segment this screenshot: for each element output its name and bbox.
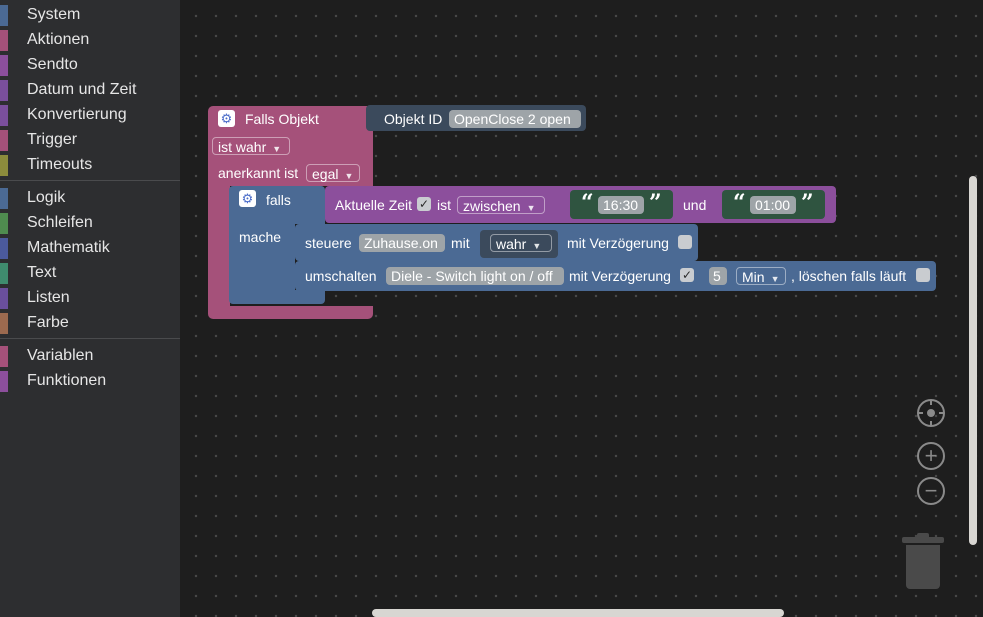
toggle-label: umschalten	[305, 268, 377, 284]
toolbox-category-system[interactable]: System	[0, 3, 180, 28]
category-label: Funktionen	[27, 372, 107, 389]
category-color-swatch	[0, 155, 8, 176]
category-label: Listen	[27, 289, 70, 306]
toolbox-category-aktionen[interactable]: Aktionen	[0, 28, 180, 53]
vertical-scrollbar[interactable]	[969, 176, 977, 545]
minus-icon[interactable]: −	[917, 477, 945, 505]
toolbox-category-text[interactable]: Text	[0, 261, 180, 286]
object-id-label: Objekt ID	[384, 111, 443, 127]
trigger-title: Falls Objekt	[245, 111, 319, 127]
category-color-swatch	[0, 213, 8, 234]
category-color-swatch	[0, 238, 8, 259]
crosshair-icon[interactable]	[917, 399, 945, 427]
category-label: Schleifen	[27, 214, 93, 231]
object-id-field[interactable]: OpenClose 2 open	[449, 110, 581, 128]
category-label: Konvertierung	[27, 106, 127, 123]
end-time-field[interactable]: 01:00	[750, 196, 796, 214]
toggle-delay-label: mit Verzögerung	[569, 268, 671, 284]
category-label: Trigger	[27, 131, 78, 148]
toolbox-category-logik[interactable]: Logik	[0, 186, 180, 211]
category-color-swatch	[0, 346, 8, 367]
with-label: mit	[451, 235, 470, 251]
control-label: steuere	[305, 235, 352, 251]
toolbox-category-konvertierung[interactable]: Konvertierung	[0, 103, 180, 128]
category-label: Aktionen	[27, 31, 90, 48]
toolbox-category-mathematik[interactable]: Mathematik	[0, 236, 180, 261]
toolbox-category-farbe[interactable]: Farbe	[0, 311, 180, 336]
toolbox-category-trigger[interactable]: Trigger	[0, 128, 180, 153]
and-label: und	[683, 197, 707, 213]
toolbox-separator	[0, 338, 180, 339]
category-label: Datum und Zeit	[27, 81, 137, 98]
close-quote: ”	[801, 190, 814, 216]
ack-label: anerkannt ist	[218, 165, 299, 181]
toolbox-category-schleifen[interactable]: Schleifen	[0, 211, 180, 236]
category-label: Mathematik	[27, 239, 110, 256]
open-quote: “	[733, 190, 746, 216]
category-color-swatch	[0, 55, 8, 76]
category-color-swatch	[0, 130, 8, 151]
toggle-delay-checkbox[interactable]: ✓	[680, 268, 694, 282]
toolbox-category-timeouts[interactable]: Timeouts	[0, 153, 180, 178]
category-label: Sendto	[27, 56, 78, 73]
trash-icon[interactable]	[902, 533, 944, 589]
gear-icon[interactable]: ⚙	[218, 110, 235, 127]
end-time-text-block[interactable]: “ 01:00 ”	[722, 190, 825, 219]
open-quote: “	[581, 190, 594, 216]
control-value-dropdown[interactable]: wahr ▼	[490, 234, 552, 252]
category-color-swatch	[0, 188, 8, 209]
toolbox-category-listen[interactable]: Listen	[0, 286, 180, 311]
category-label: Text	[27, 264, 57, 281]
toolbox-category-variablen[interactable]: Variablen	[0, 344, 180, 369]
category-color-swatch	[0, 105, 8, 126]
mode-dropdown[interactable]: zwischen ▼	[457, 196, 545, 214]
start-time-text-block[interactable]: “ 16:30 ”	[570, 190, 673, 219]
category-color-swatch	[0, 371, 8, 392]
toolbox: System Aktionen Sendto Datum und Zeit Ko…	[0, 0, 180, 617]
clear-if-running-label: , löschen falls läuft	[791, 268, 907, 284]
toolbox-category-funktionen[interactable]: Funktionen	[0, 369, 180, 394]
toolbox-category-datum-und-zeit[interactable]: Datum und Zeit	[0, 78, 180, 103]
category-label: Timeouts	[27, 156, 93, 173]
category-color-swatch	[0, 263, 8, 284]
category-color-swatch	[0, 30, 8, 51]
control-target-field[interactable]: Zuhause.on	[359, 234, 445, 252]
trigger-condition-dropdown[interactable]: ist wahr ▼	[212, 137, 290, 155]
do-label: mache	[239, 229, 282, 245]
control-delay-checkbox[interactable]	[678, 235, 692, 249]
category-color-swatch	[0, 288, 8, 309]
control-delay-label: mit Verzögerung	[567, 235, 669, 251]
delay-unit-dropdown[interactable]: Min ▼	[736, 267, 786, 285]
ack-dropdown[interactable]: egal ▼	[306, 164, 360, 182]
horizontal-scrollbar[interactable]	[372, 609, 784, 617]
time-label: Aktuelle Zeit	[335, 197, 413, 213]
category-color-swatch	[0, 5, 8, 26]
category-label: System	[27, 6, 81, 23]
toolbox-category-sendto[interactable]: Sendto	[0, 53, 180, 78]
category-label: Variablen	[27, 347, 94, 364]
delay-amount-field[interactable]: 5	[709, 267, 727, 285]
start-time-field[interactable]: 16:30	[598, 196, 644, 214]
ist-label: ist	[437, 197, 451, 213]
time-checkbox[interactable]: ✓	[417, 197, 431, 211]
clear-if-running-checkbox[interactable]	[916, 268, 930, 282]
plus-icon[interactable]: +	[917, 442, 945, 470]
gear-icon[interactable]: ⚙	[239, 190, 256, 207]
toggle-target-field[interactable]: Diele - Switch light on / off	[386, 267, 564, 285]
category-label: Logik	[27, 189, 66, 206]
toolbox-separator	[0, 180, 180, 181]
category-label: Farbe	[27, 314, 69, 331]
category-color-swatch	[0, 80, 8, 101]
category-color-swatch	[0, 313, 8, 334]
if-label: falls	[266, 192, 291, 208]
close-quote: ”	[649, 190, 662, 216]
